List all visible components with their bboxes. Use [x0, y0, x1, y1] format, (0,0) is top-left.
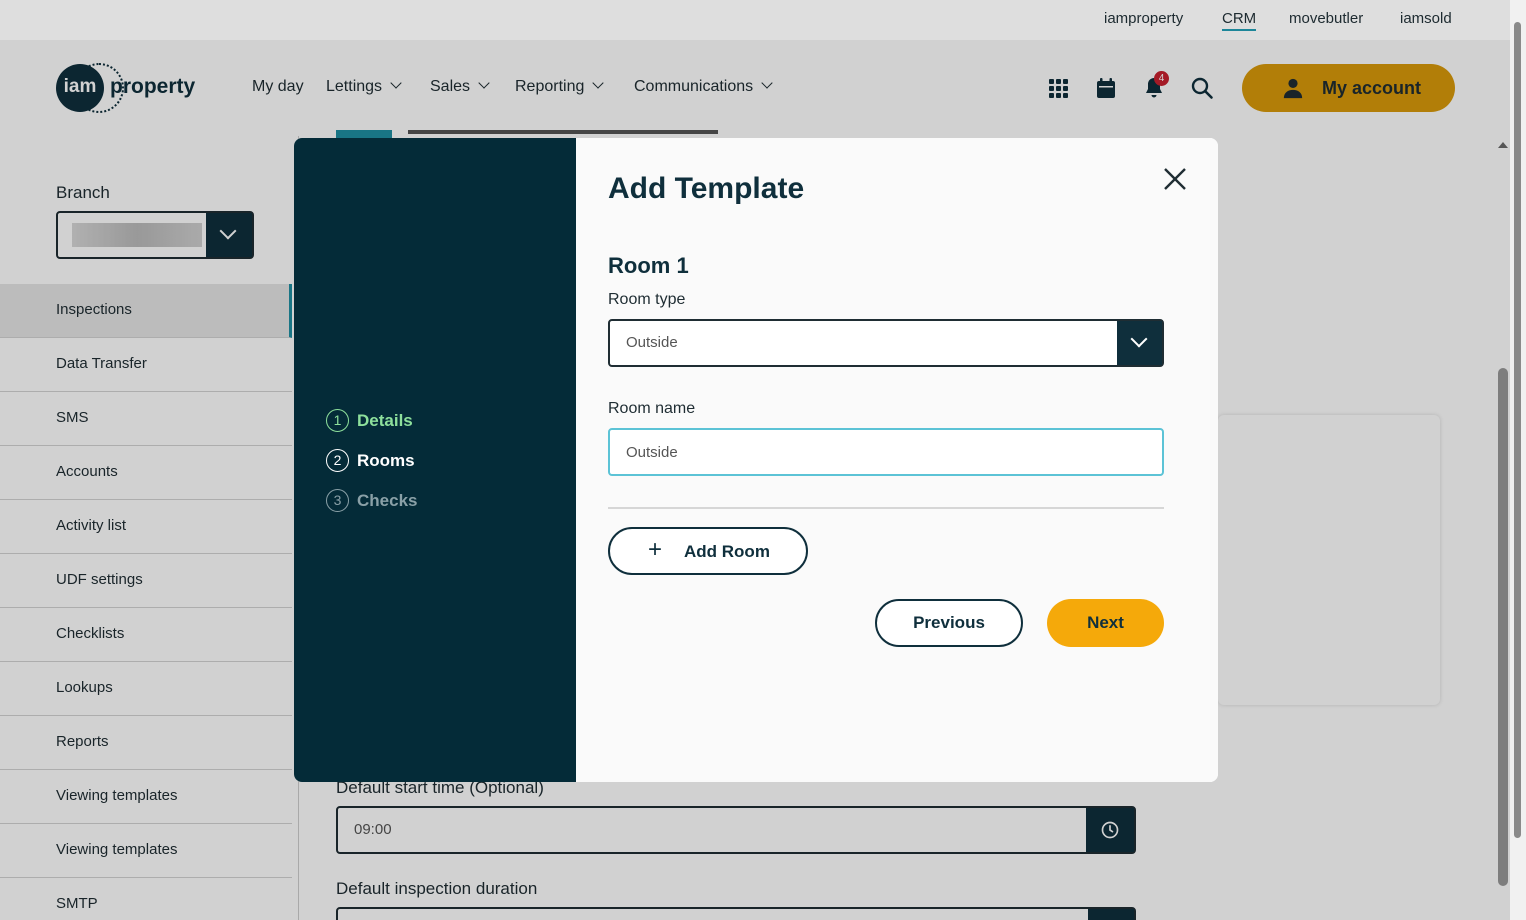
modal-title: Add Template	[608, 172, 805, 205]
room-name-label: Room name	[608, 400, 696, 417]
section-divider	[608, 507, 1164, 509]
room-name-input[interactable]	[608, 428, 1164, 476]
scroll-up-arrow-icon[interactable]	[1498, 142, 1508, 148]
next-button[interactable]: Next	[1047, 599, 1164, 647]
window-scrollbar-thumb[interactable]	[1514, 22, 1521, 838]
step-number: 2	[326, 449, 349, 472]
room-heading: Room 1	[608, 253, 689, 278]
step-label: Rooms	[357, 451, 415, 470]
wizard-steps-panel: 1 Details 2 Rooms 3 Checks	[294, 138, 576, 782]
step-number: 3	[326, 489, 349, 512]
room-type-select[interactable]: Outside	[608, 319, 1164, 367]
add-template-modal: 1 Details 2 Rooms 3 Checks Add Template …	[294, 138, 1218, 782]
add-room-label: Add Room	[684, 542, 770, 561]
wizard-content: Add Template Room 1 Room type Outside Ro…	[576, 138, 1218, 782]
step-label: Checks	[357, 491, 418, 510]
page-scrollbar-thumb[interactable]	[1498, 368, 1508, 886]
add-room-button[interactable]: + Add Room	[608, 527, 808, 575]
plus-icon: +	[648, 536, 663, 563]
close-icon[interactable]	[1162, 166, 1188, 192]
chevron-down-icon	[1130, 330, 1148, 348]
step-label: Details	[357, 411, 413, 430]
room-type-value: Outside	[626, 334, 678, 351]
previous-button[interactable]: Previous	[875, 599, 1023, 647]
room-type-dropdown-button[interactable]	[1117, 321, 1162, 365]
modal-backdrop-top	[0, 0, 1510, 40]
step-number: 1	[326, 409, 349, 432]
room-type-label: Room type	[608, 291, 686, 308]
